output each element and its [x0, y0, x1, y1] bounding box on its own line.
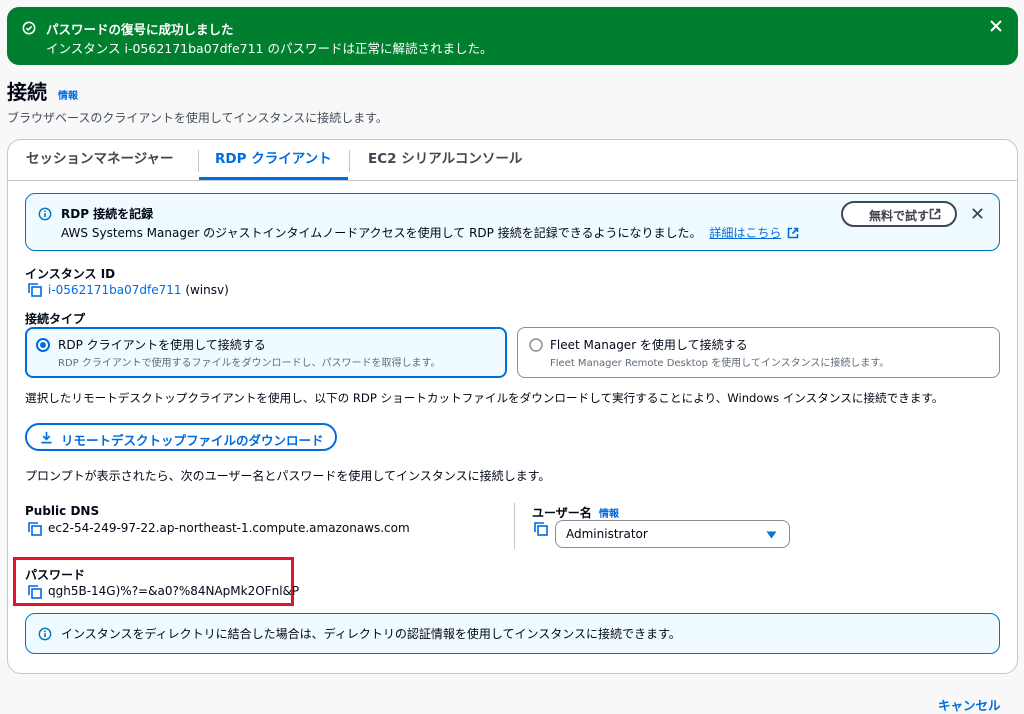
copy-icon[interactable]	[28, 283, 42, 297]
copy-icon[interactable]	[28, 522, 42, 536]
radio-rdp-client[interactable]: RDP クライアントを使用して接続する RDP クライアントで使用するファイルを…	[25, 327, 507, 378]
username-label: ユーザー名 情報	[532, 504, 619, 521]
alert-message: AWS Systems Manager のジャストインタイムノードアクセスを使用…	[61, 224, 799, 241]
page-title: 接続 情報	[7, 76, 78, 105]
copy-icon[interactable]	[28, 585, 42, 599]
download-label: リモートデスクトップファイルのダウンロード	[61, 433, 324, 448]
tab-session-manager[interactable]: セッションマネージャー	[26, 140, 174, 180]
page-title-text: 接続	[7, 80, 47, 104]
close-icon[interactable]	[971, 207, 984, 220]
page-description: ブラウザベースのクライアントを使用してインスタンスに接続します。	[7, 111, 388, 125]
password-label: パスワード	[25, 568, 86, 582]
flash-title: パスワードの復号に成功しました	[46, 22, 234, 37]
username-label-text: ユーザー名	[532, 506, 592, 520]
copy-icon[interactable]	[534, 522, 548, 536]
prompt-text: プロンプトが表示されたら、次のユーザー名とパスワードを使用してインスタンスに接続…	[25, 469, 551, 483]
radio-selected-icon	[36, 338, 50, 352]
radio-unselected-icon	[529, 338, 543, 352]
try-free-button[interactable]: 無料で試す	[841, 201, 957, 227]
caret-down-icon	[766, 531, 777, 539]
external-link-icon	[787, 227, 799, 239]
public-dns-label: Public DNS	[25, 504, 100, 518]
radio-description: Fleet Manager Remote Desktop を使用してインスタンス…	[550, 358, 890, 369]
instance-id-value: i-0562171ba07dfe711 (winsv)	[48, 283, 229, 297]
check-circle-icon	[22, 21, 36, 35]
alert-title: RDP 接続を記録	[61, 207, 154, 221]
directory-info-alert: インスタンスをディレクトリに結合した場合は、ディレクトリの認証情報を使用してイン…	[25, 613, 1000, 654]
column-divider	[514, 503, 515, 549]
info-link[interactable]: 情報	[599, 509, 619, 520]
password-value: qgh5B-14G)%?=&a0?%84NApMk2OFnl&P	[48, 584, 300, 598]
instance-id-label: インスタンス ID	[25, 267, 116, 281]
info-link[interactable]: 情報	[58, 91, 78, 102]
public-dns-value: ec2-54-249-97-22.ap-northeast-1.compute.…	[48, 521, 410, 535]
username-select[interactable]: Administrator	[555, 520, 790, 548]
rdp-record-alert: RDP 接続を記録 AWS Systems Manager のジャストインタイム…	[25, 193, 1000, 251]
radio-title: RDP クライアントを使用して接続する	[58, 338, 266, 352]
download-rdp-file-button[interactable]: リモートデスクトップファイルのダウンロード	[25, 423, 337, 451]
close-icon[interactable]	[989, 19, 1005, 35]
success-flash: パスワードの復号に成功しました インスタンス i-0562171ba07dfe7…	[7, 7, 1018, 65]
flash-message: インスタンス i-0562171ba07dfe711 のパスワードは正常に解読さ…	[46, 41, 493, 56]
instance-name: (winsv)	[185, 283, 229, 297]
tab-bar: セッションマネージャー RDP クライアント EC2 シリアルコンソール	[8, 140, 1017, 181]
tab-divider	[349, 150, 350, 172]
alert-message-text: AWS Systems Manager のジャストインタイムノードアクセスを使用…	[61, 226, 702, 240]
radio-fleet-manager[interactable]: Fleet Manager を使用して接続する Fleet Manager Re…	[517, 327, 1000, 378]
instance-id-link[interactable]: i-0562171ba07dfe711	[48, 283, 181, 297]
download-icon	[40, 431, 53, 444]
info-icon	[38, 207, 52, 221]
info-icon	[38, 627, 52, 641]
try-free-label: 無料で試す	[869, 209, 930, 223]
cancel-button[interactable]: キャンセル	[938, 695, 1001, 714]
learn-more-link[interactable]: 詳細はこちら	[709, 226, 781, 240]
directory-alert-message: インスタンスをディレクトリに結合した場合は、ディレクトリの認証情報を使用してイン…	[61, 627, 681, 641]
tab-rdp-client[interactable]: RDP クライアント	[199, 140, 348, 180]
tab-ec2-serial-console[interactable]: EC2 シリアルコンソール	[368, 140, 522, 180]
instructions-text: 選択したリモートデスクトップクライアントを使用し、以下の RDP ショートカット…	[25, 391, 944, 405]
radio-title: Fleet Manager を使用して接続する	[550, 338, 748, 352]
connection-type-label: 接続タイプ	[25, 312, 86, 326]
username-selected-value: Administrator	[566, 527, 648, 541]
external-link-icon	[929, 208, 941, 220]
radio-description: RDP クライアントで使用するファイルをダウンロードし、パスワードを取得します。	[58, 358, 441, 369]
